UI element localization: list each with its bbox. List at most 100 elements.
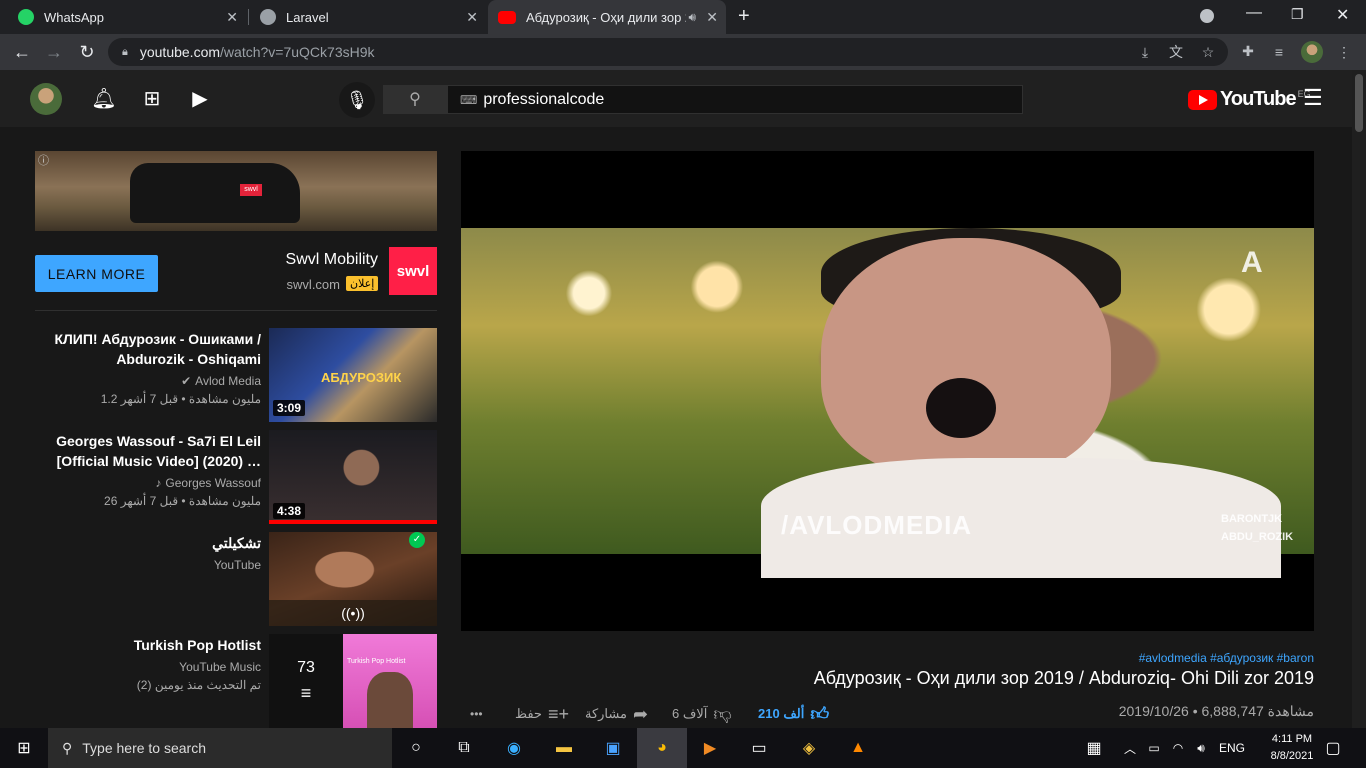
- search-button[interactable]: ⚲: [383, 85, 447, 114]
- chrome-menu-icon[interactable]: ⋮: [1334, 42, 1354, 62]
- taskbar-search-input[interactable]: ⚲ Type here to search: [48, 728, 392, 768]
- close-icon[interactable]: ✕: [226, 9, 238, 26]
- vlc-icon[interactable]: ▲: [845, 736, 871, 760]
- battery-icon[interactable]: ▭: [1141, 736, 1167, 760]
- speaker-icon[interactable]: 🔊︎: [688, 10, 696, 25]
- save-label: حفظ: [515, 706, 542, 721]
- playlist-thumbnail[interactable]: 73 ≡ Turkish Pop Hotlist: [269, 634, 437, 728]
- related-title[interactable]: КЛИП! Абдурозик - Ошиками / Abdurozik - …: [21, 329, 261, 369]
- advertiser-logo[interactable]: swvl: [389, 247, 437, 295]
- learn-more-button[interactable]: LEARN MORE: [35, 255, 158, 292]
- related-meta: 26 مليون مشاهدة • قبل 7 أشهر: [104, 494, 261, 508]
- related-meta: تم التحديث منذ يومين (2): [136, 678, 261, 692]
- store-icon[interactable]: ▣: [600, 736, 626, 760]
- youtube-logo-text: YouTube: [1220, 88, 1297, 110]
- related-title[interactable]: Turkish Pop Hotlist: [21, 635, 261, 655]
- ad-info-icon[interactable]: ⓘ: [38, 152, 49, 168]
- close-icon[interactable]: ✕: [706, 9, 718, 26]
- van-logo: swvl: [240, 184, 262, 196]
- voice-search-mic-icon[interactable]: 🎙︎: [339, 82, 375, 118]
- url-field[interactable]: 🔒︎ youtube.com /watch?v=7uQCk73sH9k: [108, 38, 1228, 66]
- thumbnail-text: АБДУРОЗИК: [321, 370, 402, 385]
- chrome-icon[interactable]: ◕: [649, 736, 675, 760]
- extensions-icon[interactable]: ✚: [1238, 41, 1258, 61]
- chevron-up-icon[interactable]: ︿: [1117, 736, 1143, 760]
- more-actions-icon[interactable]: •••: [470, 703, 483, 725]
- close-icon[interactable]: ✕: [466, 9, 478, 26]
- taskbar-clock[interactable]: 4:11 PM 8/8/2021: [1266, 731, 1318, 765]
- like-button[interactable]: 210 ألف 👍︎: [758, 703, 829, 725]
- related-title[interactable]: تشكيلتي: [21, 533, 261, 553]
- language-indicator[interactable]: ENG: [1219, 741, 1245, 755]
- hamburger-menu-icon[interactable]: ☰: [1303, 87, 1323, 109]
- apps-grid-icon[interactable]: ⊞: [139, 86, 165, 112]
- playlist-count: 73: [297, 658, 315, 676]
- advertiser-name[interactable]: Swvl Mobility: [286, 251, 378, 269]
- channel-watermark-icon: A: [1241, 246, 1263, 279]
- music-note-icon: ♪: [155, 476, 162, 490]
- tab-laravel[interactable]: Laravel ✕: [250, 0, 486, 34]
- divider: [35, 310, 437, 311]
- playlist-icon: ≡: [300, 682, 312, 703]
- page-scrollbar[interactable]: [1352, 70, 1366, 728]
- van-image: [130, 163, 300, 223]
- reload-icon[interactable]: ↻: [75, 40, 99, 64]
- profile-avatar[interactable]: [1301, 41, 1323, 63]
- related-channel[interactable]: ✔︎ Avlod Media: [181, 374, 261, 388]
- keyboard-icon[interactable]: ⌨: [460, 93, 477, 107]
- duration-badge: 3:09: [273, 400, 306, 416]
- van-logo-text: swvl: [244, 186, 258, 193]
- window-close-icon[interactable]: ✕: [1336, 5, 1349, 25]
- dislike-button[interactable]: 6 آلاف 👎︎: [672, 703, 732, 725]
- translate-icon[interactable]: 文: [1166, 42, 1186, 62]
- search-icon: ⚲: [409, 91, 421, 108]
- related-thumbnail[interactable]: 4:38: [269, 430, 437, 524]
- back-arrow-icon[interactable]: ←: [10, 40, 34, 64]
- tab-whatsapp[interactable]: WhatsApp ✕: [8, 0, 246, 34]
- scrollbar-thumb[interactable]: [1355, 74, 1363, 132]
- notifications-icon[interactable]: ▢: [1320, 736, 1346, 760]
- restore-icon[interactable]: ❐: [1291, 6, 1304, 23]
- file-explorer-icon[interactable]: ▬: [551, 736, 577, 760]
- bookmark-star-icon[interactable]: ☆: [1198, 42, 1218, 62]
- share-button[interactable]: مشاركة ➦: [585, 703, 648, 725]
- video-player[interactable]: A /AVLODMEDIA BARONTJK ABDU_ROZIK: [461, 151, 1314, 631]
- save-button[interactable]: حفظ ≡+: [515, 703, 569, 725]
- related-thumbnail[interactable]: ((•)) ✓: [269, 532, 437, 626]
- cortana-icon[interactable]: ○: [403, 736, 429, 760]
- related-channel[interactable]: YouTube Music: [179, 660, 261, 674]
- virtualbox-icon[interactable]: ◈: [796, 736, 822, 760]
- avatar[interactable]: [30, 83, 62, 115]
- minimize-icon[interactable]: —: [1246, 4, 1262, 22]
- duration-badge: 4:38: [273, 503, 306, 519]
- terminal-icon[interactable]: ▭: [746, 736, 772, 760]
- windows-start-icon[interactable]: ⊞: [11, 736, 37, 760]
- volume-icon[interactable]: 🔊︎: [1188, 736, 1214, 760]
- media-player-icon[interactable]: ▶: [697, 736, 723, 760]
- edge-icon[interactable]: ◉: [501, 736, 527, 760]
- related-channel-name: Georges Wassouf: [165, 476, 261, 490]
- tab-search-icon[interactable]: [1200, 9, 1214, 23]
- related-channel[interactable]: ♪ Georges Wassouf: [155, 476, 261, 490]
- related-thumbnail[interactable]: АБДУРОЗИК 3:09: [269, 328, 437, 422]
- tab-youtube[interactable]: Абдурозиқ - Оҳи дили зор 2 🔊︎ ✕: [488, 0, 726, 34]
- media-control-icon[interactable]: ≡: [1269, 42, 1289, 62]
- lock-icon: 🔒︎: [122, 45, 128, 58]
- forward-arrow-icon[interactable]: →: [42, 40, 66, 64]
- youtube-logo[interactable]: YouTube EG: [1188, 88, 1311, 111]
- video-hashtags[interactable]: #avlodmedia #абдурозик #baron: [1139, 651, 1314, 665]
- related-channel[interactable]: YouTube: [214, 558, 261, 572]
- related-title[interactable]: Georges Wassouf - Sa7i El Leil [Official…: [21, 431, 261, 471]
- task-view-icon[interactable]: ⧉: [451, 736, 477, 760]
- install-icon[interactable]: ⤓: [1135, 42, 1155, 62]
- clock-time: 4:11 PM: [1271, 733, 1313, 745]
- action-center-keyboard-icon[interactable]: ▦: [1081, 736, 1107, 760]
- ad-badge: إعلان: [346, 276, 379, 291]
- like-count: 210 ألف: [758, 706, 805, 721]
- taskbar-search-placeholder: Type here to search: [82, 740, 207, 756]
- new-tab-button[interactable]: +: [738, 5, 750, 28]
- notifications-bell-icon[interactable]: 🔔︎: [91, 86, 117, 112]
- create-video-icon[interactable]: ▶︎: [187, 86, 213, 112]
- ad-banner-image[interactable]: swvl: [35, 151, 437, 231]
- search-input[interactable]: ⌨ professionalcode: [447, 85, 1023, 114]
